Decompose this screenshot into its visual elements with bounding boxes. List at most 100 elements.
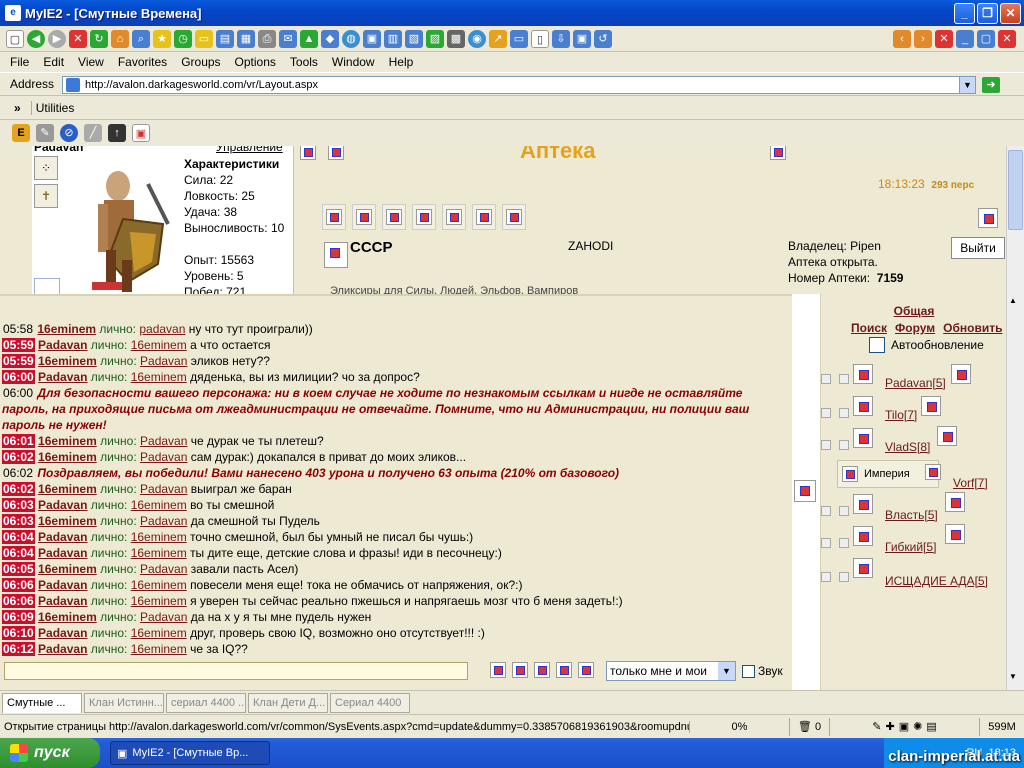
chat-filter-select[interactable]: только мне и мои ▼	[606, 661, 736, 681]
image-toggle-icon[interactable]: ▣	[899, 720, 909, 733]
user-row[interactable]: Vorf[7]	[821, 464, 1006, 492]
exit-button[interactable]: Выйти	[951, 237, 1005, 259]
chat-message-input[interactable]	[4, 662, 468, 680]
user-row[interactable]: Padavan[5]	[821, 364, 1006, 392]
forum-link[interactable]: Форум	[895, 321, 935, 335]
tab-serial-1[interactable]: сериал 4400 ...	[166, 692, 246, 713]
close-all-icon[interactable]: ✕	[998, 29, 1016, 48]
shop-slot[interactable]	[442, 204, 466, 230]
translit-button[interactable]	[512, 662, 528, 678]
chat-sender[interactable]: Padavan	[38, 546, 87, 560]
compass-icon[interactable]: ⊘	[60, 124, 78, 142]
scroll-up-icon[interactable]: ▲	[1009, 296, 1017, 305]
clear-button[interactable]	[534, 662, 550, 678]
sound-toggle[interactable]: Звук	[742, 664, 783, 678]
shop-slot[interactable]	[502, 204, 526, 230]
chat-sender[interactable]: Padavan	[38, 642, 87, 656]
chat-recipient[interactable]: 16eminem	[131, 546, 187, 560]
earth-icon[interactable]: ◉	[468, 29, 486, 48]
broken-image[interactable]	[794, 480, 816, 502]
cascade-icon[interactable]: ▧	[405, 29, 423, 48]
scroll-thumb[interactable]	[1008, 150, 1023, 230]
chat-recipient[interactable]: 16eminem	[131, 370, 187, 384]
chat-sender[interactable]: Padavan	[38, 498, 87, 512]
chat-sender[interactable]: 16eminem	[38, 482, 97, 496]
next-tab-icon[interactable]: ›	[914, 29, 932, 48]
chat-recipient[interactable]: Padavan	[140, 482, 187, 496]
back-icon[interactable]: ◀	[27, 29, 45, 48]
tab-klan-deti[interactable]: Клан Дети Д...	[248, 692, 328, 713]
chat-sender[interactable]: Padavan	[38, 578, 87, 592]
user-name[interactable]: VladS[8]	[885, 440, 930, 454]
maximize-button[interactable]: ❐	[977, 3, 998, 24]
tile-icon[interactable]: ▥	[384, 29, 402, 48]
menu-groups[interactable]: Groups	[181, 55, 220, 69]
chat-sender[interactable]: Padavan	[38, 370, 87, 384]
chat-sender[interactable]: 16eminem	[38, 354, 97, 368]
menu-help[interactable]: Help	[389, 55, 414, 69]
address-dropdown-icon[interactable]: ▼	[959, 77, 975, 93]
chat-sender[interactable]: 16eminem	[38, 562, 97, 576]
script-icon[interactable]: ▤	[926, 720, 936, 733]
scroll-button[interactable]	[556, 662, 572, 678]
menu-tools[interactable]: Tools	[290, 55, 318, 69]
close-tab-icon[interactable]: ✕	[935, 29, 953, 48]
history-icon[interactable]: ◷	[174, 29, 192, 48]
refresh-icon[interactable]: ↻	[90, 29, 108, 48]
popup-icon[interactable]: ✚	[885, 720, 894, 733]
autoupdate-checkbox[interactable]	[869, 337, 885, 353]
user-row[interactable]: Гибкий[5]	[821, 524, 1006, 556]
start-button[interactable]: пуск	[0, 738, 100, 768]
chat-recipient[interactable]: Padavan	[140, 514, 187, 528]
user-name[interactable]: Vorf[7]	[953, 476, 988, 490]
chat-recipient[interactable]: Padavan	[140, 610, 187, 624]
max-tab-icon[interactable]: ▢	[977, 29, 995, 48]
mail-icon[interactable]: ✉	[279, 29, 297, 48]
smiles-button[interactable]	[490, 662, 506, 678]
refresh-link[interactable]: Обновить	[943, 321, 1002, 335]
upper-scrollbar[interactable]	[1006, 146, 1024, 294]
scroll-down-icon[interactable]: ▼	[1009, 672, 1017, 681]
shop-slot[interactable]	[382, 204, 406, 230]
trash[interactable]: 🗑 0	[790, 717, 830, 736]
tab-serial-2[interactable]: Сериал 4400	[330, 692, 410, 713]
menu-favorites[interactable]: Favorites	[118, 55, 167, 69]
film-icon[interactable]: ▩	[447, 29, 465, 48]
shop-slot[interactable]	[412, 204, 436, 230]
stop-icon[interactable]: ✕	[69, 29, 87, 48]
prev-tab-icon[interactable]: ‹	[893, 29, 911, 48]
chat-recipient[interactable]: Padavan	[140, 434, 187, 448]
chat-recipient[interactable]: Padavan	[140, 450, 187, 464]
favorites-icon[interactable]: ★	[153, 29, 171, 48]
go-button[interactable]: ➜	[982, 77, 1000, 93]
chat-recipient[interactable]: 16eminem	[131, 642, 187, 656]
tools-icon[interactable]: ▦	[237, 29, 255, 48]
manage-link[interactable]: Управление	[216, 146, 283, 154]
up-icon[interactable]: ↑	[108, 124, 126, 142]
undo-icon[interactable]: ↺	[594, 29, 612, 48]
user-name[interactable]: Гибкий[5]	[885, 540, 936, 554]
shop-slot[interactable]	[472, 204, 496, 230]
shop-slot[interactable]	[322, 204, 346, 230]
user-name[interactable]: ИСЩАДИЕ АДА[5]	[885, 574, 988, 588]
user-row[interactable]: Власть[5]	[821, 492, 1006, 524]
user-row[interactable]: VladS[8]	[821, 426, 1006, 458]
sidebar-scrollbar[interactable]: ▲ ▼	[1006, 294, 1024, 690]
new-page-icon[interactable]: ▢	[6, 29, 24, 48]
search-icon[interactable]: ⌕	[132, 29, 150, 48]
panel-icon[interactable]: ▭	[510, 29, 528, 48]
chat-recipient[interactable]: Padavan	[140, 354, 187, 368]
window-icon[interactable]: ▣	[363, 29, 381, 48]
utilities-label[interactable]: Utilities	[30, 100, 74, 115]
user-name[interactable]: Padavan[5]	[885, 376, 946, 390]
tab-klan-istinn[interactable]: Клан Истинн...	[84, 692, 164, 713]
print-icon[interactable]: ⎙	[258, 29, 276, 48]
menu-edit[interactable]: Edit	[43, 55, 64, 69]
home-icon[interactable]: ⌂	[111, 29, 129, 48]
autoupdate-toggle[interactable]: Автообновление	[869, 337, 984, 353]
download-icon[interactable]: ⇩	[552, 29, 570, 48]
image-icon[interactable]: ▨	[426, 29, 444, 48]
chat-recipient[interactable]: 16eminem	[131, 626, 187, 640]
forward-icon[interactable]: ▶	[48, 29, 66, 48]
chat-sender[interactable]: Padavan	[38, 530, 87, 544]
